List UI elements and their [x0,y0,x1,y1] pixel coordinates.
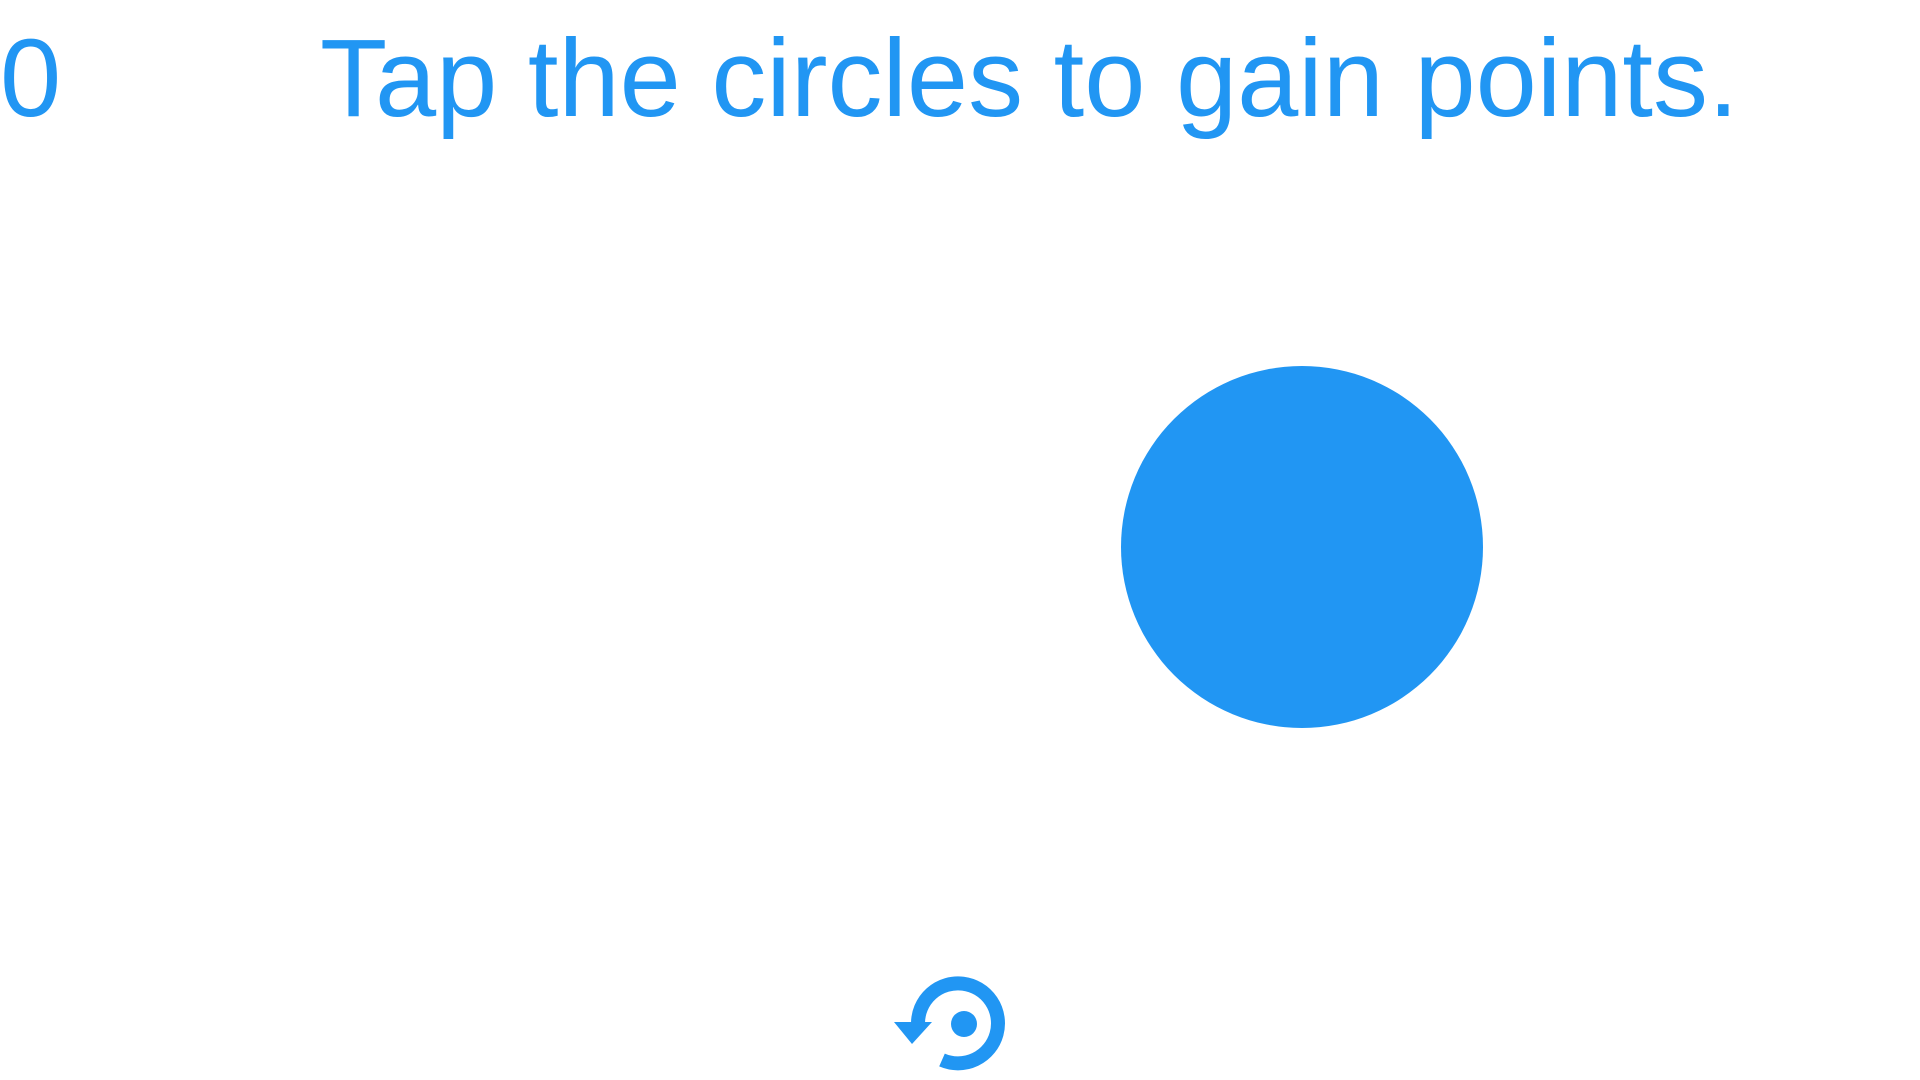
target-circle[interactable] [1121,366,1483,728]
score-counter: 0 [0,17,62,140]
game-stage: 0 Tap the circles to gain points. [0,0,1920,1080]
restart-icon [894,976,1005,1071]
instruction-text: Tap the circles to gain points. [320,17,1739,140]
restart-button[interactable] [888,964,1024,1080]
